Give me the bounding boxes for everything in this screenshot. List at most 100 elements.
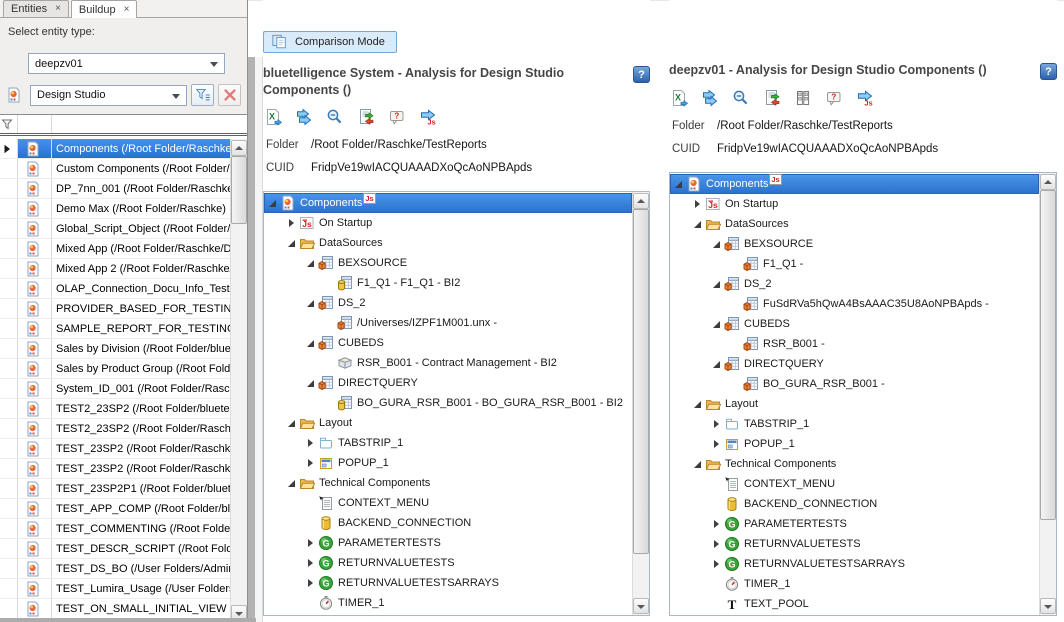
scroll-down-button[interactable] xyxy=(231,605,247,621)
list-item[interactable]: TEST_23SP2 (/Root Folder/Raschke/L xyxy=(0,459,247,479)
list-item[interactable]: Global_Script_Object (/Root Folder/R xyxy=(0,219,247,239)
collapse-expander-icon[interactable] xyxy=(708,281,724,288)
expand-expander-icon[interactable] xyxy=(283,219,299,227)
list-item[interactable]: Sales by Division (/Root Folder/bluete xyxy=(0,339,247,359)
list-item[interactable]: TEST_Lumira_Usage (/User Folders/A xyxy=(0,579,247,599)
tree-row[interactable]: POPUP_1 xyxy=(264,453,632,473)
tree-row[interactable]: TTEXT_POOL xyxy=(670,594,1039,614)
panel-splitter[interactable] xyxy=(248,57,255,622)
filter-cell-text[interactable] xyxy=(52,115,247,133)
tree-row[interactable]: F1_Q1 - xyxy=(670,254,1039,274)
collapse-expander-icon[interactable] xyxy=(302,340,318,347)
tree-row[interactable]: BO_GURA_RSR_B001 - xyxy=(670,374,1039,394)
tree-row[interactable]: FuSdRVa5hQwA4BsAAAC35U8AoNPBApds - xyxy=(670,294,1039,314)
tree-row[interactable]: CONTEXT_MENU xyxy=(264,493,632,513)
tree-row[interactable]: RSR_B001 - Contract Management - BI2 xyxy=(264,353,632,373)
list-item[interactable]: TEST_COMMENTING (/Root Folder/bl xyxy=(0,519,247,539)
tree-row[interactable]: DIRECTQUERY xyxy=(264,373,632,393)
list-item[interactable]: Components (/Root Folder/Raschke/T xyxy=(0,139,247,159)
tree-row[interactable]: /Universes/IZPF1M001.unx - xyxy=(264,313,632,333)
tree-row[interactable]: DataSources xyxy=(264,233,632,253)
tab-close-icon[interactable]: × xyxy=(124,5,130,15)
filter-cell-icon[interactable] xyxy=(18,115,52,133)
tree-row[interactable]: CUBEDS xyxy=(264,333,632,353)
expand-expander-icon[interactable] xyxy=(708,440,724,448)
list-item[interactable]: TEST_ON_SMALL_INITIAL_VIEW (/Rc xyxy=(0,599,247,619)
entity-list-scrollbar[interactable] xyxy=(230,139,247,622)
tree-row[interactable]: Technical Components xyxy=(264,473,632,493)
scrollbar-thumb[interactable] xyxy=(1040,190,1056,520)
scroll-up-button[interactable] xyxy=(1040,174,1056,190)
expand-expander-icon[interactable] xyxy=(689,200,705,208)
js-goto-icon[interactable]: Js xyxy=(418,108,438,126)
list-item[interactable]: TEST_DS_BO (/User Folders/Administ xyxy=(0,559,247,579)
zoom-out-icon[interactable] xyxy=(325,108,345,126)
collapse-expander-icon[interactable] xyxy=(302,260,318,267)
collapse-expander-icon[interactable] xyxy=(708,321,724,328)
tree-row[interactable]: GPARAMETERTESTS xyxy=(264,533,632,553)
tree-row[interactable]: Layout xyxy=(670,394,1039,414)
collapse-expander-icon[interactable] xyxy=(689,221,705,228)
tree-row[interactable]: TABSTRIP_1 xyxy=(670,414,1039,434)
tree-scrollbar[interactable] xyxy=(1039,173,1056,615)
scroll-down-button[interactable] xyxy=(633,598,649,614)
expand-expander-icon[interactable] xyxy=(302,539,318,547)
grid-compare-icon[interactable] xyxy=(793,89,813,107)
list-item[interactable]: Custom Components (/Root Folder/Ra xyxy=(0,159,247,179)
expand-expander-icon[interactable] xyxy=(708,420,724,428)
filter-button[interactable] xyxy=(191,84,214,106)
tree-row[interactable]: Technical Components xyxy=(670,454,1039,474)
tree-row[interactable]: RSR_B001 - xyxy=(670,334,1039,354)
excel-export-icon[interactable]: X xyxy=(669,89,689,107)
scroll-down-button[interactable] xyxy=(1040,598,1056,614)
list-item[interactable]: Demo Max (/Root Folder/Raschke) xyxy=(0,199,247,219)
system-dropdown[interactable]: deepzv01 xyxy=(28,53,225,74)
tree-row[interactable]: GRETURNVALUETESTSARRAYS xyxy=(670,554,1039,574)
expand-expander-icon[interactable] xyxy=(302,439,318,447)
tree-row[interactable]: GRETURNVALUETESTSARRAYS xyxy=(264,573,632,593)
tree-row[interactable]: BACKEND_CONNECTION xyxy=(264,513,632,533)
scrollbar-thumb[interactable] xyxy=(231,156,247,224)
collapse-expander-icon[interactable] xyxy=(302,300,318,307)
collapse-expander-icon[interactable] xyxy=(689,401,705,408)
tree-row[interactable]: ComponentsJs xyxy=(264,193,632,213)
question-bubble-icon[interactable]: ? xyxy=(387,108,407,126)
doc-exchange-icon[interactable] xyxy=(762,89,782,107)
collapse-expander-icon[interactable] xyxy=(302,380,318,387)
scrollbar-thumb[interactable] xyxy=(633,209,649,554)
collapse-expander-icon[interactable] xyxy=(670,181,686,188)
expand-expander-icon[interactable] xyxy=(302,559,318,567)
zoom-out-icon[interactable] xyxy=(731,89,751,107)
tree-row[interactable]: GRETURNVALUETESTS xyxy=(670,534,1039,554)
tree-row[interactable]: F1_Q1 - F1_Q1 - BI2 xyxy=(264,273,632,293)
list-item[interactable]: TEST2_23SP2 (/Root Folder/bluetellig xyxy=(0,399,247,419)
tree-row[interactable]: TIMER_1 xyxy=(670,574,1039,594)
tree-scrollbar[interactable] xyxy=(632,192,649,615)
tab-close-icon[interactable]: × xyxy=(55,4,61,14)
scroll-up-button[interactable] xyxy=(633,193,649,209)
expand-expander-icon[interactable] xyxy=(708,540,724,548)
help-button[interactable]: ? xyxy=(633,66,650,83)
scroll-up-button[interactable] xyxy=(231,140,247,156)
tree-row[interactable]: CUBEDS xyxy=(670,314,1039,334)
list-item[interactable]: PROVIDER_BASED_FOR_TESTING (/F xyxy=(0,299,247,319)
tree-row[interactable]: POPUP_1 xyxy=(670,434,1039,454)
tree-row[interactable]: ComponentsJs xyxy=(670,174,1039,194)
tree-row[interactable]: CONTEXT_MENU xyxy=(670,474,1039,494)
list-item[interactable]: TEST_DESCR_SCRIPT (/Root Folder/F xyxy=(0,539,247,559)
expand-expander-icon[interactable] xyxy=(708,560,724,568)
tree-row[interactable]: BACKEND_CONNECTION xyxy=(670,494,1039,514)
transfer-arrows-icon[interactable] xyxy=(294,108,314,126)
tree-row[interactable]: Layout xyxy=(264,413,632,433)
list-item[interactable]: TEST_APP_COMP (/Root Folder/bluet xyxy=(0,499,247,519)
list-item[interactable]: Mixed App 2 (/Root Folder/Raschke/D xyxy=(0,259,247,279)
list-item[interactable]: System_ID_001 (/Root Folder/Raschk xyxy=(0,379,247,399)
question-bubble-icon[interactable]: ? xyxy=(824,89,844,107)
expand-expander-icon[interactable] xyxy=(302,459,318,467)
transfer-arrows-icon[interactable] xyxy=(700,89,720,107)
clear-filter-button[interactable] xyxy=(218,84,241,106)
help-button[interactable]: ? xyxy=(1040,63,1057,80)
tree-row[interactable]: DS_2 xyxy=(670,274,1039,294)
js-goto-icon[interactable]: Js xyxy=(855,89,875,107)
comparison-mode-button[interactable]: Comparison Mode xyxy=(263,31,397,53)
